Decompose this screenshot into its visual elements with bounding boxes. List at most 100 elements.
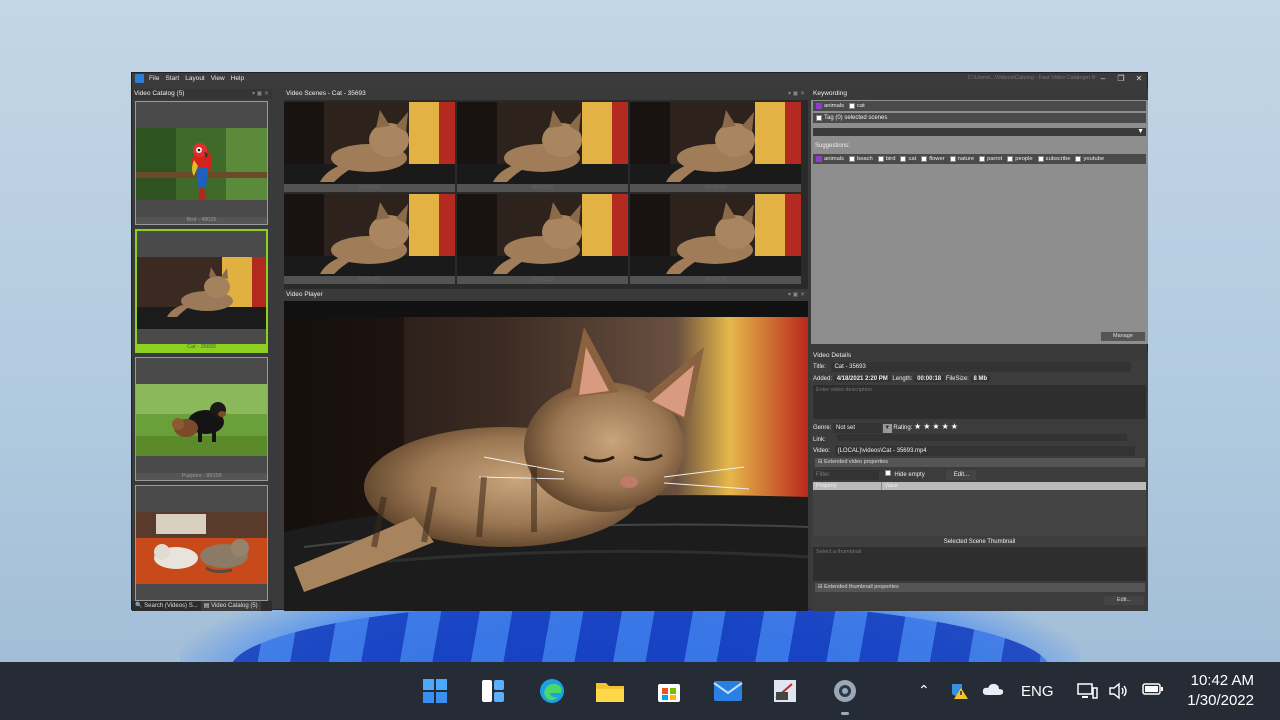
manage-button[interactable]: Manage <box>1101 332 1145 341</box>
thumbnail-placeholder: Select a thumbnail <box>813 547 1146 581</box>
panel-pin-icon[interactable]: ▾ ▣ ✕ <box>788 89 805 99</box>
catalog-item-puppies[interactable]: Puppies - 89168 <box>135 357 268 481</box>
star-icon[interactable]: ★ <box>942 422 949 431</box>
suggestion-checkbox[interactable] <box>921 156 928 162</box>
added-label: Added: <box>813 376 833 382</box>
suggestion-checkbox[interactable] <box>900 156 907 162</box>
panel-pin-icon[interactable]: ▾ ▣ ✕ <box>252 89 269 99</box>
star-icon[interactable]: ★ <box>951 422 958 431</box>
extended-thumbnail-properties-label: Extended thumbnail properties <box>824 584 899 590</box>
suggestion-checkbox[interactable] <box>848 156 855 162</box>
suggestion-checkbox[interactable] <box>1037 156 1044 162</box>
menu-start[interactable]: Start <box>162 75 182 82</box>
menu-file[interactable]: File <box>146 75 162 82</box>
video-path[interactable]: {LOCAL}\videos\Cat - 35693.mp4 <box>834 446 1135 456</box>
battery-icon[interactable] <box>1142 682 1164 699</box>
keyword-input[interactable]: ▼ <box>813 128 1146 136</box>
title-field[interactable]: Cat - 35693 <box>831 362 1132 372</box>
suggestion-animals[interactable]: animals <box>816 154 844 164</box>
catalog-item-cats[interactable] <box>135 485 268 601</box>
tag-checkbox[interactable] <box>816 103 822 109</box>
maximize-icon[interactable]: ❐ <box>1113 73 1129 84</box>
suggestion-checkbox[interactable] <box>1075 156 1082 162</box>
suggestion-checkbox[interactable] <box>1007 156 1014 162</box>
genre-dropdown-icon[interactable]: ▼ <box>882 424 892 433</box>
extended-thumbnail-properties-bar[interactable]: ⊟ Extended thumbnail properties <box>815 583 1145 592</box>
volume-icon[interactable] <box>1108 682 1130 703</box>
suggestion-bird[interactable]: bird <box>877 154 895 164</box>
suggestion-beach[interactable]: beach <box>848 154 873 164</box>
scene-thumbnail[interactable]: 00:00:03 <box>284 102 455 192</box>
scene-thumbnail[interactable]: 00:00:08 <box>630 102 801 192</box>
properties-table-header: Property Value <box>813 482 1146 490</box>
suggestion-nature[interactable]: nature <box>949 154 974 164</box>
filter-input[interactable]: Filter <box>813 470 879 480</box>
tag-animals[interactable]: animals <box>816 101 844 111</box>
suggestion-flower[interactable]: flower <box>921 154 945 164</box>
minimize-icon[interactable]: – <box>1095 73 1111 84</box>
scene-thumbnail[interactable]: 00:00:05 <box>457 102 628 192</box>
catalog-item-bird[interactable]: Bird - 48025 <box>135 101 268 225</box>
start-icon[interactable] <box>420 676 450 706</box>
catalog-caption: Cat - 35693 <box>137 344 266 351</box>
suggestion-checkbox[interactable] <box>816 156 822 162</box>
hide-empty-checkbox[interactable] <box>884 470 891 476</box>
onedrive-icon[interactable] <box>982 682 1004 699</box>
suggestion-people[interactable]: people <box>1007 154 1033 164</box>
tag-selected-checkbox[interactable] <box>816 115 822 121</box>
genre-select[interactable]: Not set <box>833 423 882 433</box>
file-explorer-icon[interactable] <box>595 676 625 706</box>
thumbnail-edit-button[interactable]: Edit... <box>1104 596 1144 605</box>
suggestion-youtube[interactable]: youtube <box>1075 154 1104 164</box>
tag-checkbox[interactable] <box>848 103 855 109</box>
scene-thumbnail[interactable]: 00:00:16 <box>630 194 801 284</box>
settings-icon[interactable] <box>830 676 860 706</box>
security-warning-icon[interactable] <box>950 682 970 703</box>
suggestion-checkbox[interactable] <box>949 156 956 162</box>
col-value[interactable]: Value <box>880 482 898 490</box>
video-player-panel[interactable] <box>284 301 808 611</box>
edge-icon[interactable] <box>537 676 567 706</box>
network-icon[interactable] <box>1076 682 1098 703</box>
link-field[interactable] <box>837 434 1128 441</box>
suggestion-checkbox[interactable] <box>877 156 884 162</box>
menu-view[interactable]: View <box>208 75 228 82</box>
scene-thumbnail[interactable]: 00:00:10 <box>284 194 455 284</box>
star-icon[interactable]: ★ <box>914 422 921 431</box>
close-icon[interactable]: ✕ <box>1131 73 1147 84</box>
chevron-up-icon[interactable]: ⌃ <box>918 682 930 699</box>
menu-help[interactable]: Help <box>228 75 247 82</box>
description-field[interactable]: Enter video description <box>813 385 1146 419</box>
added-row: Added: 4/18/2021 2:20 PM Length: 00:00:1… <box>813 374 991 384</box>
tag-cat[interactable]: cat <box>848 101 865 111</box>
suggestion-parrot[interactable]: parrot <box>979 154 1002 164</box>
system-clock[interactable]: 10:42 AM 1/30/2022 <box>1187 671 1254 711</box>
dropdown-arrow-icon[interactable]: ▼ <box>1137 127 1144 137</box>
suggestion-label: flower <box>929 156 945 162</box>
col-property[interactable]: Property <box>813 482 879 490</box>
panel-pin-icon[interactable]: ▾ ▣ ✕ <box>788 290 805 300</box>
star-icon[interactable]: ★ <box>932 422 939 431</box>
store-icon[interactable] <box>654 676 684 706</box>
collapse-icon[interactable]: ⊟ <box>818 459 823 465</box>
edit-button[interactable]: Edit... <box>946 470 977 480</box>
tag-selected-row[interactable]: Tag (0) selected scenes <box>813 113 1146 123</box>
extended-video-properties-bar[interactable]: ⊟ Extended video properties <box>815 458 1145 467</box>
rating-stars[interactable]: ★ ★ ★ ★ ★ <box>914 422 960 431</box>
tab-video-catalog[interactable]: ▤ Video Catalog (5) <box>200 601 261 611</box>
menu-layout[interactable]: Layout <box>182 75 208 82</box>
catalog-item-cat[interactable]: Cat - 35693 <box>135 229 268 353</box>
video-frame[interactable] <box>284 317 808 611</box>
language-indicator[interactable]: ENG <box>1021 683 1054 700</box>
mail-icon[interactable] <box>713 676 743 706</box>
collapse-icon[interactable]: ⊟ <box>818 584 823 590</box>
app-logo-icon <box>135 74 144 83</box>
suggestion-checkbox[interactable] <box>979 156 986 162</box>
star-icon[interactable]: ★ <box>923 422 930 431</box>
suggestion-subscribe[interactable]: subscribe <box>1037 154 1070 164</box>
scene-thumbnail[interactable]: 00:00:13 <box>457 194 628 284</box>
widgets-icon[interactable] <box>478 676 508 706</box>
suggestion-cat[interactable]: cat <box>900 154 916 164</box>
tab-search-videos[interactable]: 🔍 Search (Videos) S... <box>132 601 201 611</box>
video-cataloger-icon[interactable] <box>770 676 800 706</box>
